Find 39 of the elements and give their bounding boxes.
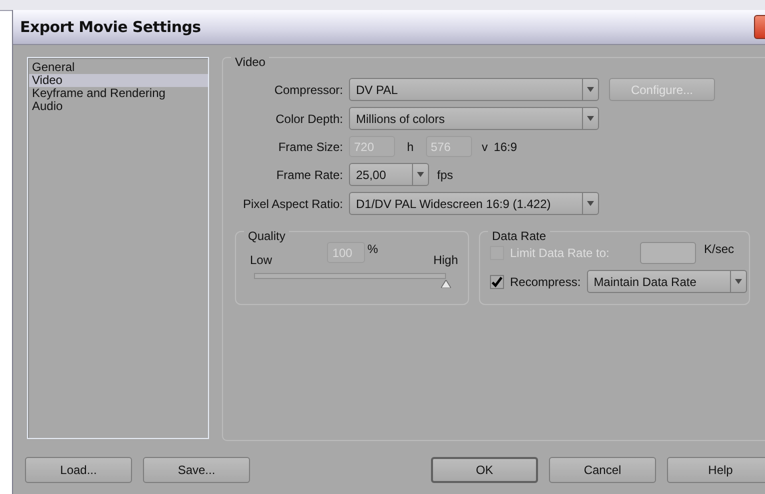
category-item[interactable]: Keyframe and Rendering	[29, 87, 208, 100]
dialog-button[interactable]: Save...	[143, 457, 250, 483]
low-label: Low	[250, 253, 272, 267]
category-item[interactable]: General	[29, 61, 208, 74]
dialog-button[interactable]: OK	[431, 457, 538, 483]
unit-label: %	[367, 242, 378, 256]
dropdown-arrow-icon	[417, 171, 424, 178]
group-title: Quality	[244, 229, 290, 243]
unit-label: K/sec	[704, 242, 734, 256]
unit-label: h	[407, 140, 414, 154]
checkbox-label: Recompress:	[510, 274, 581, 288]
checkbox[interactable]	[490, 274, 504, 288]
unit-label: v	[482, 140, 488, 154]
dialog-button[interactable]: Load...	[25, 457, 132, 483]
pixel-aspect-dropdown[interactable]: D1/DV PAL Widescreen 16:9 (1.422)	[349, 192, 599, 215]
frame-rate-dropdown[interactable]: 25,00	[349, 163, 429, 186]
unit-label: fps	[437, 168, 454, 182]
aspect-label: 16:9	[494, 140, 518, 154]
field-label: Frame Rate:	[275, 168, 343, 182]
dropdown-arrow-icon	[587, 115, 594, 122]
recompress-dropdown[interactable]: Maintain Data Rate	[586, 270, 747, 293]
compressor-dropdown[interactable]: DV PAL	[349, 78, 599, 101]
color-depth-dropdown[interactable]: Millions of colors	[349, 107, 599, 130]
dropdown-arrow-icon	[587, 200, 594, 207]
data-rate-field[interactable]	[640, 242, 696, 264]
dialog-button[interactable]: Help	[667, 457, 765, 483]
dropdown-arrow-icon	[734, 278, 742, 285]
window-title: Export Movie Settings	[20, 18, 201, 36]
group-title: Data Rate	[488, 229, 550, 243]
field-label: Frame Size:	[277, 140, 343, 154]
category-item[interactable]: Video	[29, 74, 208, 87]
group-title: Video	[231, 55, 270, 69]
high-label: High	[433, 253, 458, 267]
field-label: Compressor:	[273, 82, 343, 96]
field-label: Color Depth:	[274, 112, 343, 126]
field-label: Pixel Aspect Ratio:	[242, 196, 343, 210]
dialog-button[interactable]: Cancel	[549, 457, 656, 483]
category-item[interactable]: Audio	[29, 100, 208, 113]
dropdown-arrow-icon	[587, 86, 594, 93]
